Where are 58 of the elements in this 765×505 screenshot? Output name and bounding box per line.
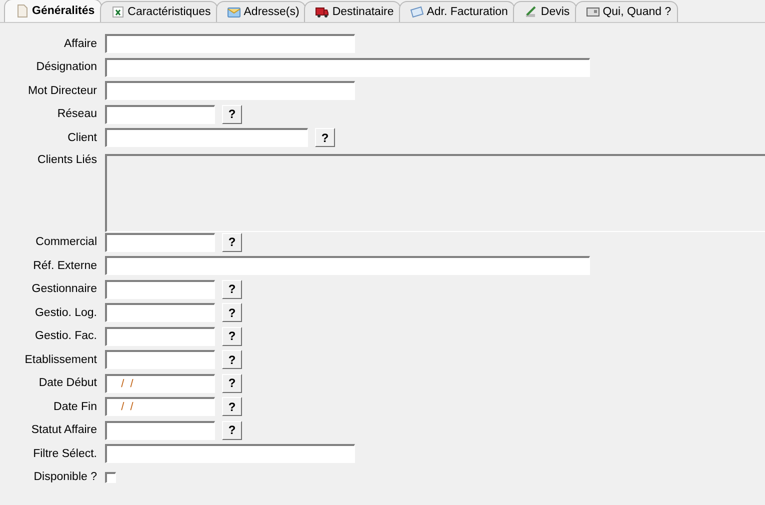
field-label: Etablissement [24, 354, 98, 366]
field-label: Commercial [34, 236, 98, 248]
input-field[interactable] [105, 34, 355, 54]
checkbox[interactable] [105, 472, 116, 483]
lookup-button[interactable]: ? [222, 326, 242, 346]
input-field[interactable] [105, 280, 215, 299]
tab[interactable]: Devis [512, 1, 577, 22]
tab[interactable]: Adr. Facturation [398, 1, 515, 22]
input-field[interactable] [105, 444, 355, 464]
envelope-icon [410, 5, 424, 19]
tab[interactable]: Qui, Quand ? [574, 1, 678, 22]
field-label: Gestio. Fac. [34, 330, 98, 342]
field-label: Réf. Externe [32, 260, 98, 272]
pen-icon [524, 5, 538, 19]
input-field[interactable] [105, 58, 590, 77]
lookup-button[interactable]: ? [222, 374, 242, 393]
field-label: Désignation [35, 61, 98, 74]
field-label: Gestio. Log. [34, 306, 98, 319]
input-field[interactable] [105, 326, 215, 346]
field-label: Client [66, 132, 98, 144]
envelope-icon [226, 5, 241, 19]
field-label: Disponible ? [32, 471, 98, 484]
truck-icon [315, 5, 330, 19]
input-field[interactable] [105, 303, 215, 322]
field-label: Réseau [56, 108, 98, 120]
lookup-button[interactable]: ? [222, 303, 242, 322]
input-field[interactable] [105, 350, 215, 370]
tab[interactable]: Adresse(s) [216, 1, 306, 22]
lookup-button[interactable]: ? [222, 420, 242, 440]
field-label: Filtre Sélect. [32, 448, 98, 460]
field-label: Affaire [62, 38, 98, 50]
input-field[interactable]: / / [105, 374, 215, 393]
field-label: Clients Liés [36, 154, 98, 166]
input-field[interactable] [105, 128, 308, 148]
tab[interactable]: Généralités [4, 0, 102, 22]
input-field[interactable] [105, 420, 215, 440]
lookup-button[interactable]: ? [222, 232, 242, 252]
lookup-button[interactable]: ? [222, 397, 242, 416]
input-field[interactable]: / / [105, 397, 215, 416]
lookup-button[interactable]: ? [222, 350, 242, 370]
list-field[interactable] [105, 154, 765, 232]
input-field[interactable] [105, 104, 215, 124]
document-icon [15, 4, 29, 18]
field-label: Mot Directeur [26, 84, 98, 97]
card-icon [586, 5, 600, 19]
input-field[interactable] [105, 256, 590, 276]
input-field[interactable] [105, 232, 215, 252]
tab[interactable]: Caractéristiques [100, 1, 218, 22]
input-field[interactable] [105, 81, 355, 100]
field-label: Gestionnaire [30, 283, 98, 296]
field-label: Date Fin [52, 400, 98, 413]
spreadsheet-icon [110, 5, 125, 19]
tab[interactable]: Destinataire [304, 1, 401, 22]
field-label: Date Début [38, 377, 98, 390]
field-label: Statut Affaire [30, 424, 98, 436]
lookup-button[interactable]: ? [222, 280, 242, 299]
lookup-button[interactable]: ? [315, 128, 335, 148]
lookup-button[interactable]: ? [222, 104, 242, 124]
